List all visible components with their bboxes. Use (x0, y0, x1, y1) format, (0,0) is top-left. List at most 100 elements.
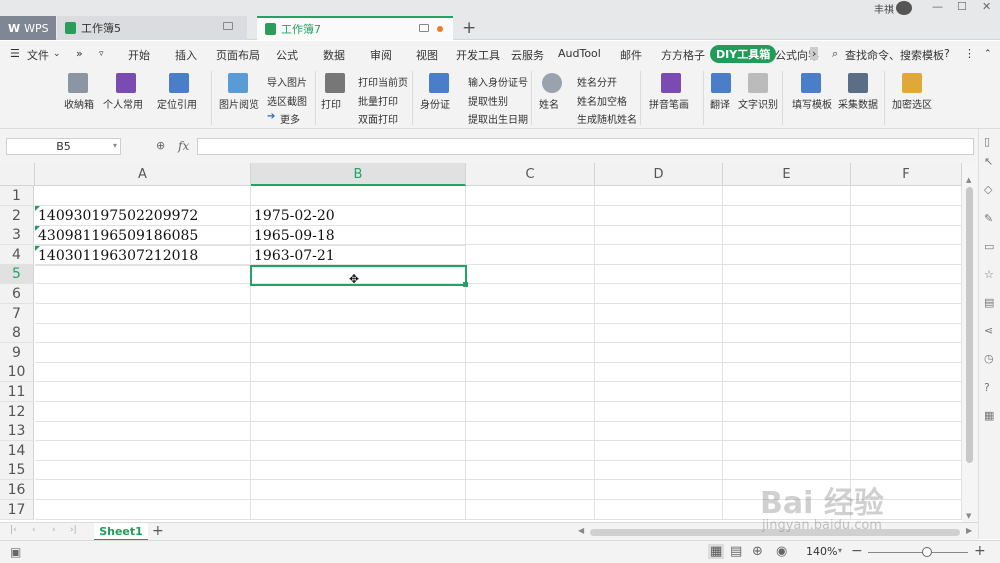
menu-fangfang[interactable]: 方方格子 (661, 47, 705, 63)
prev-sheet-icon[interactable]: ‹ (32, 525, 36, 535)
locate-ref-button[interactable]: 定位引用 (157, 96, 197, 111)
grid-cell[interactable] (251, 421, 466, 442)
split-name-button[interactable]: 姓名分开 (577, 74, 617, 89)
grid-cell[interactable] (251, 480, 466, 500)
grid-cell[interactable] (466, 460, 595, 481)
grid-cell[interactable] (35, 323, 251, 344)
zoom-slider-track[interactable] (868, 552, 968, 553)
zoom-in-icon[interactable]: + (974, 543, 986, 559)
grid-cell[interactable] (851, 323, 962, 344)
grid-cell[interactable] (251, 499, 466, 520)
cell-a2[interactable]: 140930197502209972 (35, 206, 251, 226)
next-sheet-icon[interactable]: › (52, 525, 56, 535)
select-all-corner[interactable] (0, 163, 35, 186)
page-break-view-icon[interactable]: ▤ (730, 544, 742, 559)
zoom-out-icon[interactable]: − (851, 543, 863, 559)
menu-file[interactable]: 文件 (27, 47, 49, 63)
grid-cell[interactable] (595, 244, 723, 265)
menu-review[interactable]: 审阅 (370, 47, 392, 63)
menu-insert[interactable]: 插入 (175, 47, 197, 63)
status-icon[interactable]: ▣ (10, 545, 21, 559)
grid-cell[interactable] (35, 401, 251, 422)
grid-cell[interactable] (723, 323, 851, 344)
maximize-icon[interactable]: ☐ (957, 0, 967, 13)
customize-icon[interactable]: ▿ (99, 49, 104, 59)
menu-home[interactable]: 开始 (128, 47, 150, 63)
grid-cell[interactable] (35, 303, 251, 324)
print-current-page-button[interactable]: 打印当前页 (358, 74, 408, 89)
grid-cell[interactable] (466, 264, 595, 285)
row-header-17[interactable]: 17 (0, 499, 34, 520)
duplex-print-button[interactable]: 双面打印 (358, 111, 398, 126)
cell-a4[interactable]: 140301196307212018 (35, 246, 251, 266)
grid-cell[interactable] (466, 362, 595, 383)
user-name[interactable]: 丰祺 (874, 1, 894, 16)
grid-cell[interactable] (851, 186, 962, 206)
chevron-down-icon[interactable]: ▾ (838, 546, 842, 555)
batch-print-button[interactable]: 批量打印 (358, 93, 398, 108)
grid-cell[interactable] (466, 480, 595, 500)
grid-cell[interactable] (851, 362, 962, 383)
grid-cell[interactable] (595, 284, 723, 304)
more-button[interactable]: 更多 (280, 111, 300, 126)
grid-cell[interactable] (851, 244, 962, 265)
grid-cell[interactable] (851, 342, 962, 363)
scroll-down-icon[interactable]: ▼ (966, 512, 971, 520)
hamburger-icon[interactable]: ☰ (10, 47, 20, 60)
name-box[interactable]: B5 (6, 138, 121, 155)
grid-cell[interactable] (466, 382, 595, 402)
column-header-a[interactable]: A (35, 163, 251, 186)
first-sheet-icon[interactable]: |‹ (10, 525, 17, 535)
grid-cell[interactable] (251, 323, 466, 344)
column-header-e[interactable]: E (723, 163, 851, 186)
tab-workbook7[interactable]: 工作簿7 (257, 16, 453, 40)
grid-cell[interactable] (466, 225, 595, 246)
row-header-1[interactable]: 1 (0, 186, 34, 206)
row-header-5[interactable]: 5 (0, 264, 34, 285)
tab-workbook5[interactable]: 工作簿5 (57, 16, 247, 40)
grid-cell[interactable] (851, 264, 962, 285)
grid-cell[interactable] (466, 205, 595, 226)
print-button[interactable]: 打印 (321, 96, 341, 111)
grid-cell[interactable] (466, 342, 595, 363)
edit-icon[interactable]: ✎ (984, 212, 993, 225)
sheet-tab-sheet1[interactable]: Sheet1 (94, 523, 148, 541)
select-pointer-icon[interactable]: ↖ (984, 155, 993, 168)
grid-cell[interactable] (595, 401, 723, 422)
row-header-15[interactable]: 15 (0, 460, 34, 481)
grid-cell[interactable] (723, 225, 851, 246)
grid-cell[interactable] (851, 303, 962, 324)
grid-cell[interactable] (35, 382, 251, 402)
grid-cell[interactable] (466, 421, 595, 442)
grid-cell[interactable] (251, 440, 466, 461)
grid-cell[interactable] (595, 440, 723, 461)
grid-cell[interactable] (723, 205, 851, 226)
import-image-button[interactable]: 导入图片 (267, 74, 307, 89)
grid-cell[interactable] (595, 225, 723, 246)
grid-cell[interactable] (466, 244, 595, 265)
pinyin-stroke-button[interactable]: 拼音笔画 (649, 96, 689, 111)
column-header-d[interactable]: D (595, 163, 723, 186)
grid-cell[interactable] (466, 284, 595, 304)
grid-cell[interactable] (723, 401, 851, 422)
grid-cell[interactable] (595, 264, 723, 285)
grid-cell[interactable] (35, 362, 251, 383)
scroll-left-icon[interactable]: ◀ (578, 526, 584, 535)
chevron-down-icon[interactable]: ▾ (113, 141, 117, 150)
grid-cell[interactable] (595, 186, 723, 206)
spreadsheet-grid[interactable]: A B C D E F 1 2 3 4 5 6 7 8 9 10 11 12 13 14 15 16 17 14… (0, 163, 962, 522)
menu-data[interactable]: 数据 (323, 47, 345, 63)
grid-cell[interactable] (251, 382, 466, 402)
zoom-icon[interactable]: ⊕ (156, 139, 165, 152)
encrypt-selection-button[interactable]: 加密选区 (892, 96, 932, 111)
row-header-11[interactable]: 11 (0, 382, 34, 402)
zoom-slider-knob[interactable] (922, 547, 932, 557)
row-header-7[interactable]: 7 (0, 303, 34, 324)
grid-cell[interactable] (35, 499, 251, 520)
grid-cell[interactable] (251, 186, 466, 206)
menu-formula[interactable]: 公式 (276, 47, 298, 63)
extract-birthdate-button[interactable]: 提取出生日期 (468, 111, 528, 126)
screenshot-button[interactable]: 选区截图 (267, 93, 307, 108)
translate-button[interactable]: 翻译 (710, 96, 730, 111)
grid-cell[interactable] (35, 186, 251, 206)
